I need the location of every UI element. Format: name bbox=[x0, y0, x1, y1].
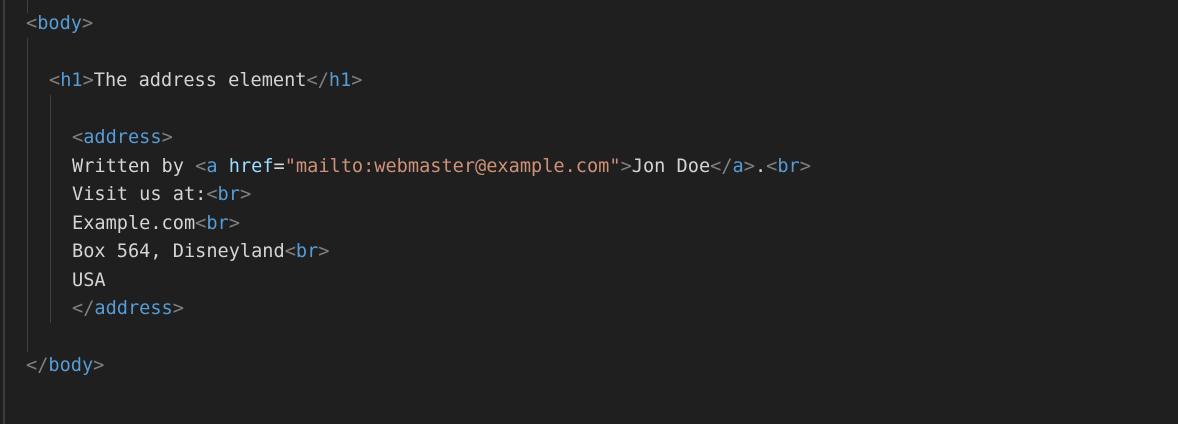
text-content: The address element bbox=[93, 70, 307, 91]
tag-bracket: < bbox=[49, 70, 61, 91]
tag-bracket: < bbox=[766, 156, 778, 177]
tag-bracket: < bbox=[195, 156, 207, 177]
tag-bracket: </ bbox=[710, 156, 733, 177]
tag-bracket: > bbox=[172, 298, 184, 319]
tag-bracket: </ bbox=[26, 355, 49, 376]
code-line-visit[interactable]: Visit us at:<br> bbox=[72, 181, 251, 209]
tag-bracket: </ bbox=[306, 70, 329, 91]
tag-bracket: </ bbox=[72, 298, 95, 319]
tag-bracket: > bbox=[82, 70, 94, 91]
tag-bracket: > bbox=[351, 70, 363, 91]
attribute-equals: = bbox=[273, 156, 285, 177]
tag-bracket: > bbox=[239, 184, 252, 205]
tag-name: br bbox=[295, 241, 319, 262]
attribute-value: "mailto:webmaster@example.com" bbox=[284, 156, 621, 177]
indent-guide bbox=[27, 38, 28, 352]
code-line-body-close[interactable]: </body> bbox=[26, 352, 104, 380]
tag-bracket: > bbox=[318, 241, 330, 262]
tag-bracket: > bbox=[93, 355, 105, 376]
code-line-box[interactable]: Box 564, Disneyland<br> bbox=[72, 238, 330, 266]
code-line-example[interactable]: Example.com<br> bbox=[72, 210, 240, 238]
tag-bracket: > bbox=[799, 156, 811, 177]
tag-name: h1 bbox=[328, 70, 352, 91]
code-line-address-open[interactable]: <address> bbox=[72, 124, 173, 152]
tag-bracket: > bbox=[620, 156, 632, 177]
attribute-name: href bbox=[228, 156, 274, 177]
tag-name: a bbox=[206, 156, 218, 177]
text-content: Written by bbox=[72, 156, 196, 177]
code-line-body-open[interactable]: <body> bbox=[26, 10, 93, 38]
tag-bracket: < bbox=[195, 213, 207, 234]
indent-guide bbox=[50, 95, 51, 323]
tag-bracket: < bbox=[284, 241, 296, 262]
tag-bracket: < bbox=[206, 184, 218, 205]
tag-name: br bbox=[217, 184, 240, 205]
text-content: Visit us at: bbox=[72, 184, 207, 205]
tag-name: br bbox=[206, 213, 229, 234]
text-content: Box 564, Disneyland bbox=[72, 241, 285, 262]
tag-bracket: < bbox=[72, 127, 84, 148]
tag-name: body bbox=[37, 13, 82, 34]
tag-name: address bbox=[94, 298, 173, 319]
link-text: Jon Doe bbox=[631, 156, 711, 177]
editor-left-border bbox=[3, 0, 5, 424]
text-content: USA bbox=[72, 270, 106, 291]
code-editor[interactable]: <body> <h1>The address element</h1> <add… bbox=[0, 0, 1178, 424]
tag-name: address bbox=[83, 127, 162, 148]
code-line-usa[interactable]: USA bbox=[72, 267, 106, 295]
text-content: Example.com bbox=[72, 213, 196, 234]
tag-name: br bbox=[777, 156, 800, 177]
tag-name: a bbox=[732, 156, 744, 177]
code-line-address-close[interactable]: </address> bbox=[72, 295, 184, 323]
tag-bracket: > bbox=[743, 156, 755, 177]
tag-name: h1 bbox=[60, 70, 83, 91]
tag-name: body bbox=[48, 355, 94, 376]
tag-bracket: > bbox=[228, 213, 240, 234]
tag-bracket: > bbox=[81, 13, 94, 34]
code-line-h1[interactable]: <h1>The address element</h1> bbox=[49, 67, 362, 95]
code-line-written-by[interactable]: Written by <a href="mailto:webmaster@exa… bbox=[72, 153, 811, 181]
tag-bracket: < bbox=[26, 13, 38, 34]
text-content: . bbox=[754, 156, 767, 177]
tag-bracket: > bbox=[161, 127, 173, 148]
